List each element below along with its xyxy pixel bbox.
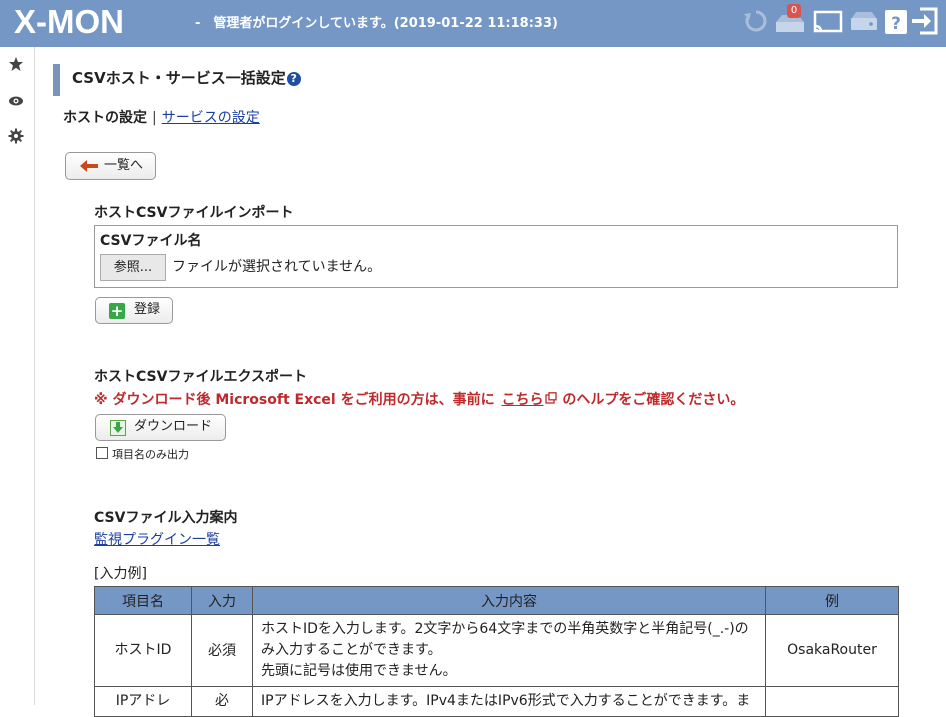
column-header-content: 入力内容 — [252, 586, 766, 615]
subnav-link-service-settings[interactable]: サービスの設定 — [162, 110, 260, 126]
subnav-separator: | — [152, 110, 157, 126]
gear-icon[interactable] — [8, 128, 24, 144]
page-title-text: CSVホスト・サービス一括設定 — [72, 69, 286, 87]
row-content-line: ホストIDを入力します。2文字から64文字までの半角英数字と半角記号(_.-)の… — [261, 621, 749, 658]
server-icon[interactable] — [848, 6, 880, 36]
notification-inbox[interactable]: 0 — [774, 4, 806, 36]
register-button-label: 登録 — [134, 302, 161, 317]
example-label: [入力例] — [94, 566, 147, 582]
help-question-icon[interactable]: ? — [286, 72, 301, 86]
row-item-name: ホストID — [94, 614, 192, 687]
settings-subnav: ホストの設定 | サービスの設定 — [63, 109, 260, 127]
arrow-left-icon — [80, 160, 98, 172]
column-header-input: 入力 — [191, 586, 253, 615]
download-button[interactable]: ダウンロード — [95, 414, 226, 441]
top-header: X-MON - 管理者がログインしています。(2019-01-22 11:18:… — [0, 0, 946, 47]
guide-section-title: CSVファイル入力案内 — [94, 510, 238, 526]
plugin-list-link[interactable]: 監視プラグイン一覧 — [94, 532, 220, 548]
refresh-icon[interactable] — [742, 6, 770, 36]
eye-icon[interactable] — [8, 93, 24, 109]
row-content: ホストIDを入力します。2文字から64文字までの半角英数字と半角記号(_.-)の… — [252, 614, 766, 687]
plus-icon: + — [109, 302, 125, 320]
excel-warning: ※ ダウンロード後 Microsoft Excel をご利用の方は、事前に こち… — [94, 391, 744, 409]
download-button-label: ダウンロード — [134, 419, 213, 434]
browse-file-button[interactable]: 参照... — [100, 254, 166, 281]
xmon-logo[interactable]: X-MON — [14, 4, 124, 40]
register-button[interactable]: + 登録 — [95, 297, 173, 324]
row-required: 必 — [191, 686, 253, 717]
row-item-name: IPアドレ — [94, 686, 192, 717]
import-section-title: ホストCSVファイルインポート — [94, 205, 294, 221]
csv-guide-table: 項目名 入力 入力内容 例 ホストID 必須 ホストIDを入力します。2文字から… — [94, 586, 899, 717]
column-header-name: 項目名 — [94, 586, 192, 615]
help-manual-icon[interactable]: ? — [883, 6, 909, 36]
page-title: CSVホスト・サービス一括設定? — [72, 68, 301, 88]
login-status-message: - 管理者がログインしています。(2019-01-22 11:18:33) — [195, 16, 558, 31]
svg-text:?: ? — [891, 14, 901, 34]
notification-count-badge: 0 — [787, 4, 801, 18]
header-only-option: 項目名のみ出力 — [96, 447, 189, 462]
column-header-example: 例 — [765, 586, 899, 615]
row-example — [765, 686, 899, 717]
table-header-row: 項目名 入力 入力内容 例 — [94, 586, 899, 615]
export-section-title: ホストCSVファイルエクスポート — [94, 369, 308, 385]
header-only-label: 項目名のみ出力 — [112, 448, 189, 461]
warning-text-post: のヘルプをご確認ください。 — [562, 392, 745, 408]
external-link-icon — [545, 392, 558, 404]
row-example: OsakaRouter — [765, 614, 899, 687]
left-sidebar — [0, 47, 35, 705]
back-button-label: 一覧へ — [104, 158, 144, 173]
title-accent-bar — [53, 64, 60, 96]
no-file-selected-text: ファイルが選択されていません。 — [172, 259, 382, 275]
csv-file-box: CSVファイル名 参照... ファイルが選択されていません。 — [94, 225, 898, 288]
warning-text-pre: ※ ダウンロード後 Microsoft Excel をご利用の方は、事前に — [94, 392, 495, 408]
logout-icon[interactable] — [910, 6, 940, 36]
cast-screen-icon[interactable] — [812, 6, 844, 36]
row-content-line: 先頭に記号は使用できません。 — [261, 663, 457, 679]
header-only-checkbox[interactable] — [96, 447, 108, 459]
download-icon — [110, 420, 126, 436]
csv-file-label: CSVファイル名 — [100, 233, 202, 249]
table-row: ホストID 必須 ホストIDを入力します。2文字から64文字までの半角英数字と半… — [94, 614, 899, 687]
row-required: 必須 — [191, 614, 253, 687]
row-content-line: IPアドレスを入力します。IPv4またはIPv6形式で入力することができます。ま — [261, 693, 751, 709]
warning-help-link[interactable]: こちら — [501, 392, 543, 408]
plugin-list-link-wrap: 監視プラグイン一覧 — [94, 531, 220, 549]
back-to-list-button[interactable]: 一覧へ — [65, 152, 156, 180]
row-content: IPアドレスを入力します。IPv4またはIPv6形式で入力することができます。ま — [252, 686, 766, 717]
star-icon[interactable] — [8, 56, 24, 72]
table-row: IPアドレ 必 IPアドレスを入力します。IPv4またはIPv6形式で入力するこ… — [94, 686, 899, 717]
subnav-current-host: ホストの設定 — [63, 110, 147, 126]
main-content: CSVホスト・サービス一括設定? ホストの設定 | サービスの設定 一覧へ ホストC… — [35, 47, 946, 717]
